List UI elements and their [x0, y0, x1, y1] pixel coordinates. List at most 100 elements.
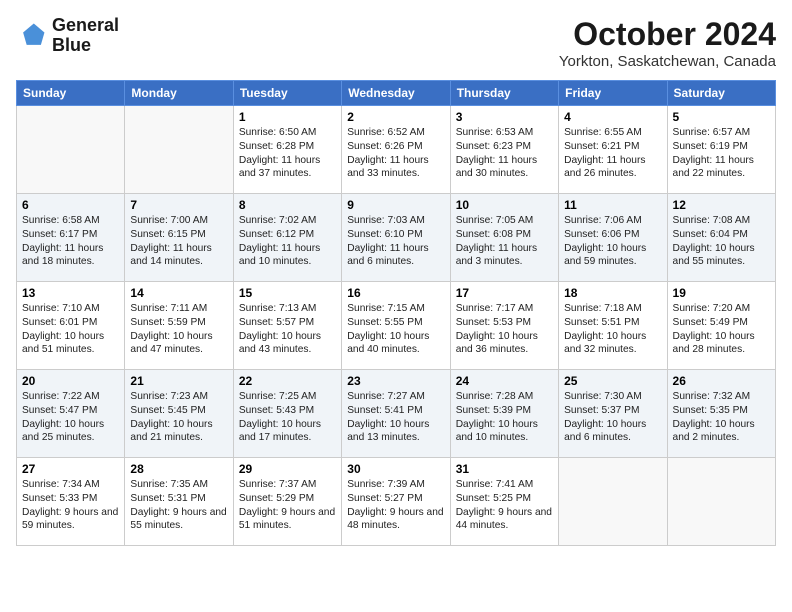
- day-number: 14: [130, 286, 227, 300]
- day-number: 31: [456, 462, 553, 476]
- day-info: Sunrise: 7:06 AM Sunset: 6:06 PM Dayligh…: [564, 214, 661, 269]
- day-info: Sunrise: 7:05 AM Sunset: 6:08 PM Dayligh…: [456, 214, 553, 269]
- calendar-table: Sunday Monday Tuesday Wednesday Thursday…: [16, 80, 776, 546]
- calendar-week-row: 27 Sunrise: 7:34 AM Sunset: 5:33 PM Dayl…: [17, 458, 776, 546]
- calendar-week-row: 13 Sunrise: 7:10 AM Sunset: 6:01 PM Dayl…: [17, 282, 776, 370]
- day-number: 8: [239, 198, 336, 212]
- day-info: Sunrise: 7:28 AM Sunset: 5:39 PM Dayligh…: [456, 390, 553, 445]
- table-row: 26 Sunrise: 7:32 AM Sunset: 5:35 PM Dayl…: [667, 370, 775, 458]
- table-row: 24 Sunrise: 7:28 AM Sunset: 5:39 PM Dayl…: [450, 370, 558, 458]
- day-number: 30: [347, 462, 444, 476]
- day-number: 18: [564, 286, 661, 300]
- table-row: 6 Sunrise: 6:58 AM Sunset: 6:17 PM Dayli…: [17, 194, 125, 282]
- day-info: Sunrise: 6:58 AM Sunset: 6:17 PM Dayligh…: [22, 214, 119, 269]
- day-number: 13: [22, 286, 119, 300]
- day-info: Sunrise: 7:34 AM Sunset: 5:33 PM Dayligh…: [22, 478, 119, 533]
- day-number: 17: [456, 286, 553, 300]
- table-row: 25 Sunrise: 7:30 AM Sunset: 5:37 PM Dayl…: [559, 370, 667, 458]
- day-number: 19: [673, 286, 770, 300]
- day-number: 5: [673, 110, 770, 124]
- day-number: 27: [22, 462, 119, 476]
- table-row: 28 Sunrise: 7:35 AM Sunset: 5:31 PM Dayl…: [125, 458, 233, 546]
- day-info: Sunrise: 7:18 AM Sunset: 5:51 PM Dayligh…: [564, 302, 661, 357]
- table-row: 29 Sunrise: 7:37 AM Sunset: 5:29 PM Dayl…: [233, 458, 341, 546]
- location-subtitle: Yorkton, Saskatchewan, Canada: [559, 53, 776, 70]
- table-row: 10 Sunrise: 7:05 AM Sunset: 6:08 PM Dayl…: [450, 194, 558, 282]
- table-row: [17, 106, 125, 194]
- table-row: 4 Sunrise: 6:55 AM Sunset: 6:21 PM Dayli…: [559, 106, 667, 194]
- table-row: 13 Sunrise: 7:10 AM Sunset: 6:01 PM Dayl…: [17, 282, 125, 370]
- page: General Blue October 2024 Yorkton, Saska…: [0, 0, 792, 554]
- month-title: October 2024: [559, 16, 776, 53]
- logo: General Blue: [16, 16, 119, 56]
- calendar-week-row: 1 Sunrise: 6:50 AM Sunset: 6:28 PM Dayli…: [17, 106, 776, 194]
- day-info: Sunrise: 7:41 AM Sunset: 5:25 PM Dayligh…: [456, 478, 553, 533]
- day-info: Sunrise: 7:03 AM Sunset: 6:10 PM Dayligh…: [347, 214, 444, 269]
- day-info: Sunrise: 7:17 AM Sunset: 5:53 PM Dayligh…: [456, 302, 553, 357]
- table-row: [559, 458, 667, 546]
- header-thursday: Thursday: [450, 81, 558, 106]
- day-number: 15: [239, 286, 336, 300]
- day-info: Sunrise: 7:30 AM Sunset: 5:37 PM Dayligh…: [564, 390, 661, 445]
- day-number: 11: [564, 198, 661, 212]
- table-row: 19 Sunrise: 7:20 AM Sunset: 5:49 PM Dayl…: [667, 282, 775, 370]
- day-info: Sunrise: 7:25 AM Sunset: 5:43 PM Dayligh…: [239, 390, 336, 445]
- day-number: 20: [22, 374, 119, 388]
- table-row: 8 Sunrise: 7:02 AM Sunset: 6:12 PM Dayli…: [233, 194, 341, 282]
- table-row: 7 Sunrise: 7:00 AM Sunset: 6:15 PM Dayli…: [125, 194, 233, 282]
- table-row: 12 Sunrise: 7:08 AM Sunset: 6:04 PM Dayl…: [667, 194, 775, 282]
- day-info: Sunrise: 6:55 AM Sunset: 6:21 PM Dayligh…: [564, 126, 661, 181]
- day-info: Sunrise: 7:37 AM Sunset: 5:29 PM Dayligh…: [239, 478, 336, 533]
- day-info: Sunrise: 7:20 AM Sunset: 5:49 PM Dayligh…: [673, 302, 770, 357]
- day-info: Sunrise: 7:08 AM Sunset: 6:04 PM Dayligh…: [673, 214, 770, 269]
- calendar-week-row: 6 Sunrise: 6:58 AM Sunset: 6:17 PM Dayli…: [17, 194, 776, 282]
- day-info: Sunrise: 7:15 AM Sunset: 5:55 PM Dayligh…: [347, 302, 444, 357]
- day-number: 24: [456, 374, 553, 388]
- table-row: 23 Sunrise: 7:27 AM Sunset: 5:41 PM Dayl…: [342, 370, 450, 458]
- day-number: 9: [347, 198, 444, 212]
- header-friday: Friday: [559, 81, 667, 106]
- day-info: Sunrise: 7:02 AM Sunset: 6:12 PM Dayligh…: [239, 214, 336, 269]
- day-info: Sunrise: 6:50 AM Sunset: 6:28 PM Dayligh…: [239, 126, 336, 181]
- table-row: 11 Sunrise: 7:06 AM Sunset: 6:06 PM Dayl…: [559, 194, 667, 282]
- day-info: Sunrise: 7:10 AM Sunset: 6:01 PM Dayligh…: [22, 302, 119, 357]
- table-row: 9 Sunrise: 7:03 AM Sunset: 6:10 PM Dayli…: [342, 194, 450, 282]
- day-info: Sunrise: 7:00 AM Sunset: 6:15 PM Dayligh…: [130, 214, 227, 269]
- day-info: Sunrise: 6:53 AM Sunset: 6:23 PM Dayligh…: [456, 126, 553, 181]
- table-row: 3 Sunrise: 6:53 AM Sunset: 6:23 PM Dayli…: [450, 106, 558, 194]
- day-number: 7: [130, 198, 227, 212]
- header-monday: Monday: [125, 81, 233, 106]
- table-row: 18 Sunrise: 7:18 AM Sunset: 5:51 PM Dayl…: [559, 282, 667, 370]
- table-row: 22 Sunrise: 7:25 AM Sunset: 5:43 PM Dayl…: [233, 370, 341, 458]
- day-number: 6: [22, 198, 119, 212]
- table-row: 20 Sunrise: 7:22 AM Sunset: 5:47 PM Dayl…: [17, 370, 125, 458]
- day-number: 3: [456, 110, 553, 124]
- day-number: 28: [130, 462, 227, 476]
- header-saturday: Saturday: [667, 81, 775, 106]
- table-row: 31 Sunrise: 7:41 AM Sunset: 5:25 PM Dayl…: [450, 458, 558, 546]
- table-row: 5 Sunrise: 6:57 AM Sunset: 6:19 PM Dayli…: [667, 106, 775, 194]
- day-info: Sunrise: 7:11 AM Sunset: 5:59 PM Dayligh…: [130, 302, 227, 357]
- header: General Blue October 2024 Yorkton, Saska…: [16, 16, 776, 70]
- title-block: October 2024 Yorkton, Saskatchewan, Cana…: [559, 16, 776, 70]
- day-number: 1: [239, 110, 336, 124]
- day-info: Sunrise: 7:39 AM Sunset: 5:27 PM Dayligh…: [347, 478, 444, 533]
- table-row: 1 Sunrise: 6:50 AM Sunset: 6:28 PM Dayli…: [233, 106, 341, 194]
- table-row: 16 Sunrise: 7:15 AM Sunset: 5:55 PM Dayl…: [342, 282, 450, 370]
- day-info: Sunrise: 7:35 AM Sunset: 5:31 PM Dayligh…: [130, 478, 227, 533]
- calendar-week-row: 20 Sunrise: 7:22 AM Sunset: 5:47 PM Dayl…: [17, 370, 776, 458]
- table-row: 2 Sunrise: 6:52 AM Sunset: 6:26 PM Dayli…: [342, 106, 450, 194]
- table-row: [125, 106, 233, 194]
- day-info: Sunrise: 7:32 AM Sunset: 5:35 PM Dayligh…: [673, 390, 770, 445]
- logo-text: General Blue: [52, 16, 119, 56]
- day-info: Sunrise: 6:52 AM Sunset: 6:26 PM Dayligh…: [347, 126, 444, 181]
- day-info: Sunrise: 7:27 AM Sunset: 5:41 PM Dayligh…: [347, 390, 444, 445]
- day-number: 21: [130, 374, 227, 388]
- day-number: 10: [456, 198, 553, 212]
- day-number: 4: [564, 110, 661, 124]
- header-wednesday: Wednesday: [342, 81, 450, 106]
- table-row: 14 Sunrise: 7:11 AM Sunset: 5:59 PM Dayl…: [125, 282, 233, 370]
- header-tuesday: Tuesday: [233, 81, 341, 106]
- table-row: 21 Sunrise: 7:23 AM Sunset: 5:45 PM Dayl…: [125, 370, 233, 458]
- table-row: [667, 458, 775, 546]
